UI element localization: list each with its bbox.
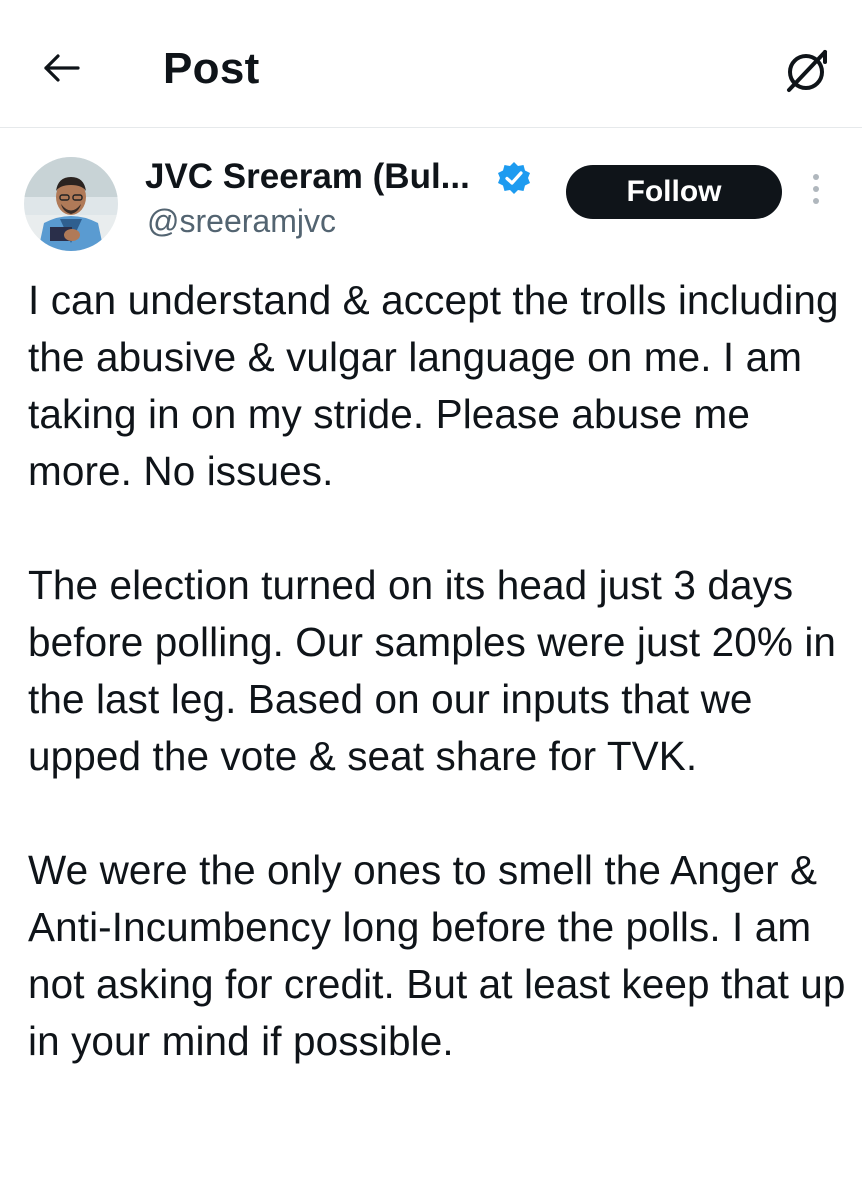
verified-badge-icon xyxy=(496,160,532,196)
post-paragraph: I can understand & accept the trolls inc… xyxy=(28,277,839,494)
post-paragraph: The election turned on its head just 3 d… xyxy=(28,562,837,779)
post-paragraph: We were the only ones to smell the Anger… xyxy=(28,847,846,1064)
grok-icon xyxy=(787,50,827,92)
back-button[interactable] xyxy=(40,48,84,88)
author-display-name[interactable]: JVC Sreeram (Bul... xyxy=(145,157,470,197)
page-title: Post xyxy=(163,44,260,93)
arrow-left-icon xyxy=(44,54,80,82)
follow-button[interactable]: Follow xyxy=(566,165,782,219)
more-vertical-icon xyxy=(806,174,826,204)
more-options-button[interactable] xyxy=(806,174,826,214)
post-text: I can understand & accept the trolls inc… xyxy=(28,272,848,1070)
avatar[interactable] xyxy=(24,157,118,251)
top-bar: Post xyxy=(0,0,862,128)
author-handle[interactable]: @sreeramjvc xyxy=(147,203,336,240)
grok-button[interactable] xyxy=(779,44,833,98)
